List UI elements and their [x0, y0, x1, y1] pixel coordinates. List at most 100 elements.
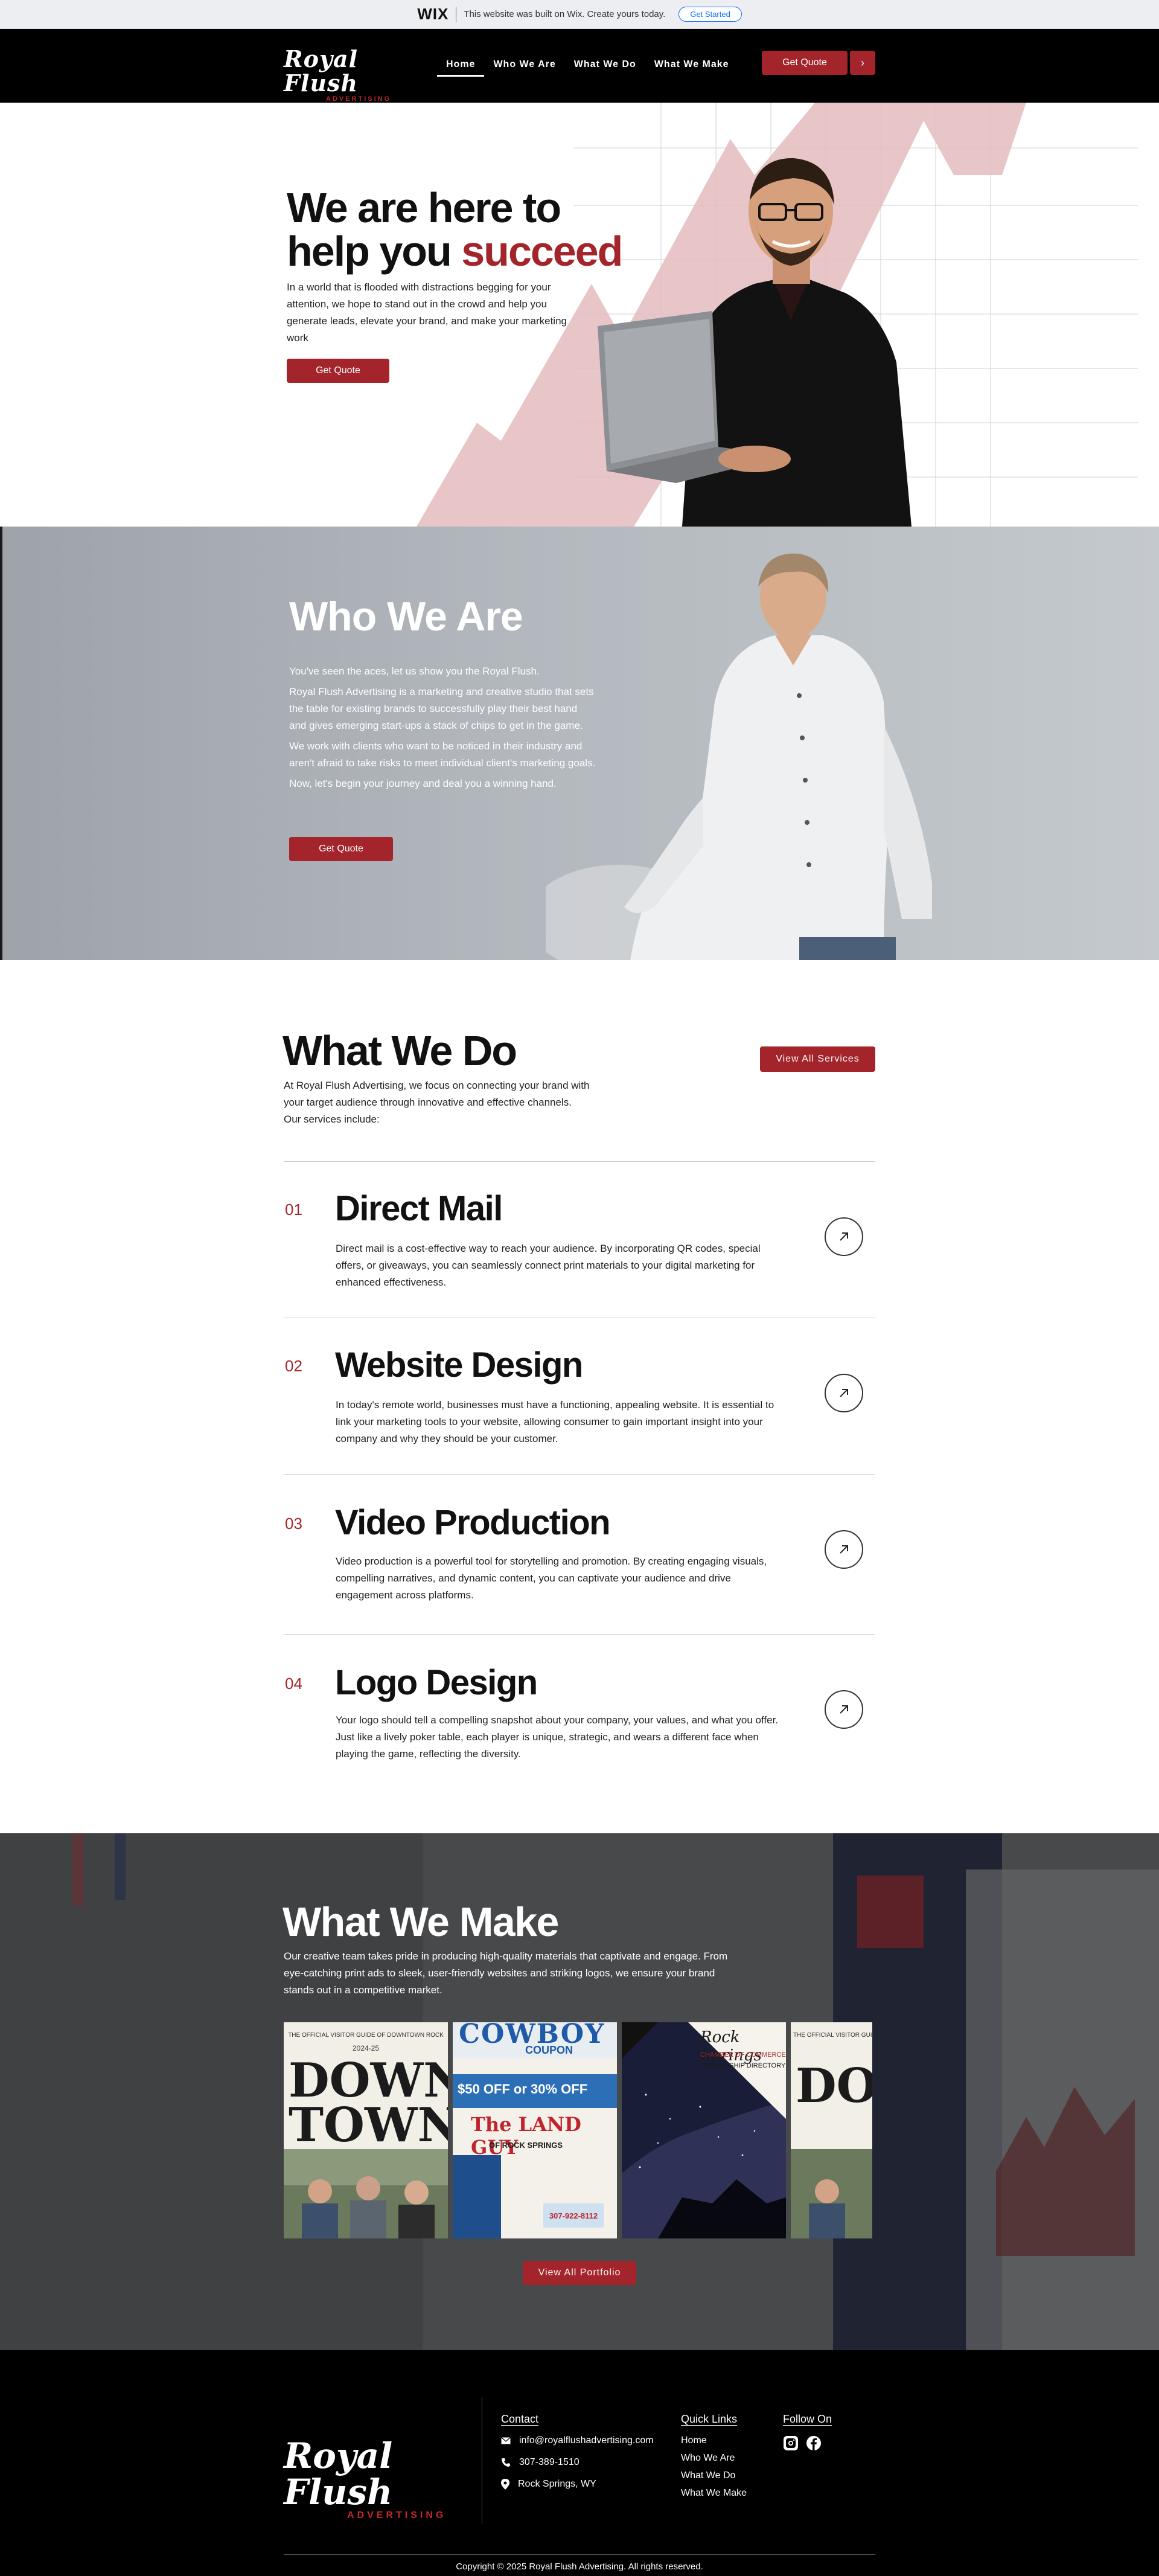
logo-sub-text: ADVERTISING [326, 95, 392, 103]
arrow-up-right-icon [840, 1389, 848, 1397]
who-we-are-section: Who We Are You've seen the aces, let us … [0, 527, 1159, 960]
follow-title: Follow On [783, 2413, 832, 2425]
gallery-item-text: DO [796, 2059, 872, 2113]
hero-section: We are here to help you succeed In a wor… [0, 103, 1159, 527]
service-item: 04 Logo Design Your logo should tell a c… [284, 1634, 875, 1779]
footer-follow: Follow On [783, 2413, 832, 2451]
hero-title-line2: help you succeed [287, 228, 623, 275]
hero-description: In a world that is flooded with distract… [287, 281, 567, 344]
service-number: 03 [285, 1514, 302, 1533]
hero-title-line1: We are here to [287, 184, 561, 231]
contact-title: Contact [501, 2413, 539, 2425]
gallery-item-text: OF ROCK SPRINGS [489, 2141, 563, 2150]
contact-location: Rock Springs, WY [518, 2479, 596, 2489]
service-title: Direct Mail [335, 1189, 503, 1228]
footer-logo-main: Royal Flush [284, 2435, 393, 2513]
footer-logo[interactable]: Royal Flush ADVERTISING [284, 2438, 471, 2521]
hero-title-line2a: help you [287, 228, 462, 275]
gallery-item-text: TOWN [289, 2098, 448, 2153]
page: WIX This website was built on Wix. Creat… [0, 0, 1159, 2576]
facebook-icon[interactable] [806, 2435, 822, 2451]
service-item: 01 Direct Mail Direct mail is a cost-eff… [284, 1161, 875, 1318]
service-arrow-button[interactable] [825, 1374, 863, 1412]
gallery-item-text: The LAND GUY [471, 2113, 581, 2159]
who-get-quote-button[interactable]: Get Quote [289, 837, 393, 861]
gallery-item-text: 307-922-8112 [543, 2203, 604, 2228]
gallery-item-text: Rock Springs [700, 2028, 762, 2065]
get-started-button[interactable]: Get Started [678, 7, 742, 22]
wix-logo[interactable]: WIX [417, 5, 449, 24]
service-description: Direct mail is a cost-effective way to r… [336, 1243, 761, 1288]
man-in-white-shirt-photo [546, 553, 932, 960]
arrow-up-right-icon [840, 1232, 848, 1241]
footer-contact: Contact info@royalflushadvertising.com 3… [501, 2413, 654, 2501]
service-number: 02 [285, 1357, 302, 1375]
service-item: 03 Video Production Video production is … [284, 1474, 875, 1634]
instagram-icon[interactable] [783, 2435, 799, 2451]
nav-what-we-make[interactable]: What We Make [645, 54, 738, 77]
contact-location-row: Rock Springs, WY [501, 2479, 654, 2490]
gallery-item-chamber-directory[interactable]: Rock Springs CHAMBER OF COMMERCE MEMBERS… [622, 2022, 786, 2238]
service-arrow-button[interactable] [825, 1217, 863, 1256]
site-footer: Royal Flush ADVERTISING Contact info@roy… [0, 2350, 1159, 2576]
view-all-portfolio-button[interactable]: View All Portfolio [523, 2261, 636, 2285]
phone-icon [502, 2458, 510, 2467]
footer-quick-links: Quick Links Home Who We Are What We Do W… [681, 2413, 747, 2505]
logo-main-text: Royal Flush [284, 45, 359, 97]
service-item: 02 Website Design In today's remote worl… [284, 1318, 875, 1474]
gallery-item-text: MEMBERSHIP DIRECTORY [700, 2062, 786, 2069]
service-description: Your logo should tell a compelling snaps… [336, 1714, 779, 1760]
gallery-item-cowboy-coupon[interactable]: COWBOY COUPON $50 OFF or 30% OFF The LAN… [453, 2022, 617, 2238]
social-icons [783, 2435, 832, 2451]
gallery-item-downtown-guide[interactable]: THE OFFICIAL VISITOR GUIDE OF DOWNTOWN R… [284, 2022, 448, 2238]
gallery-item-text: CHAMBER OF COMMERCE [700, 2051, 786, 2059]
gallery-item-text: THE OFFICIAL VISITOR GUIDE OF DOWNTOWN R… [288, 2032, 444, 2039]
what-we-make-section: What We Make Our creative team takes pri… [0, 1833, 1159, 2350]
gallery-item-text: DOWN TOWN [289, 2053, 448, 2153]
people-photo [284, 2149, 448, 2238]
site-header: Royal Flush ADVERTISING Home Who We Are … [0, 29, 1159, 103]
gallery-item-text: THE OFFICIAL VISITOR GUI [793, 2032, 872, 2039]
portfolio-gallery[interactable]: THE OFFICIAL VISITOR GUIDE OF DOWNTOWN R… [284, 2022, 872, 2238]
view-all-services-button[interactable]: View All Services [760, 1046, 875, 1072]
gallery-item-text: COUPON [525, 2044, 573, 2056]
people-photo [791, 2149, 872, 2238]
header-get-quote-button[interactable]: Get Quote [762, 51, 848, 75]
footer-logo-sub: ADVERTISING [347, 2510, 447, 2520]
nav-home[interactable]: Home [437, 54, 485, 77]
service-description: Video production is a powerful tool for … [336, 1556, 767, 1601]
footer-link-what-we-do[interactable]: What We Do [681, 2470, 747, 2481]
gallery-item-text: 2024-25 [352, 2044, 380, 2052]
footer-link-home[interactable]: Home [681, 2435, 747, 2446]
what-we-do-title: What We Do [283, 1027, 517, 1074]
nav-what-we-do[interactable]: What We Do [565, 54, 645, 77]
who-we-are-text: You've seen the aces, let us show you th… [289, 663, 597, 796]
map-pin-icon [501, 2479, 509, 2490]
header-more-button[interactable]: › [850, 51, 875, 75]
main-nav: Home Who We Are What We Do What We Make [437, 54, 738, 77]
what-we-do-intro: At Royal Flush Advertising, we focus on … [284, 1080, 590, 1125]
contact-phone[interactable]: 307-389-1510 [519, 2457, 580, 2468]
service-title: Logo Design [335, 1663, 538, 1702]
who-we-are-title: Who We Are [289, 594, 523, 639]
arrow-up-right-icon [840, 1705, 848, 1714]
hero-title: We are here to help you succeed [287, 184, 623, 275]
gallery-item-downtown-guide-partial[interactable]: THE OFFICIAL VISITOR GUI DO [791, 2022, 872, 2238]
wix-banner: WIX This website was built on Wix. Creat… [0, 0, 1159, 29]
footer-link-who-we-are[interactable]: Who We Are [681, 2453, 747, 2464]
footer-bottom-divider [284, 2554, 875, 2555]
service-description: In today's remote world, businesses must… [336, 1399, 774, 1444]
service-arrow-button[interactable] [825, 1530, 863, 1569]
hero-get-quote-button[interactable]: Get Quote [287, 359, 389, 383]
businessman-with-laptop-photo [598, 158, 912, 527]
contact-email[interactable]: info@royalflushadvertising.com [519, 2435, 654, 2446]
service-arrow-button[interactable] [825, 1690, 863, 1729]
footer-link-what-we-make[interactable]: What We Make [681, 2488, 747, 2499]
gallery-item-text: DOWN [289, 2053, 448, 2108]
site-logo[interactable]: Royal Flush ADVERTISING [284, 47, 404, 103]
wix-banner-text: This website was built on Wix. Create yo… [464, 9, 666, 19]
contact-email-row[interactable]: info@royalflushadvertising.com [501, 2435, 654, 2446]
what-we-make-description: Our creative team takes pride in produci… [284, 1950, 728, 1996]
contact-phone-row[interactable]: 307-389-1510 [501, 2457, 654, 2468]
nav-who-we-are[interactable]: Who We Are [484, 54, 564, 77]
